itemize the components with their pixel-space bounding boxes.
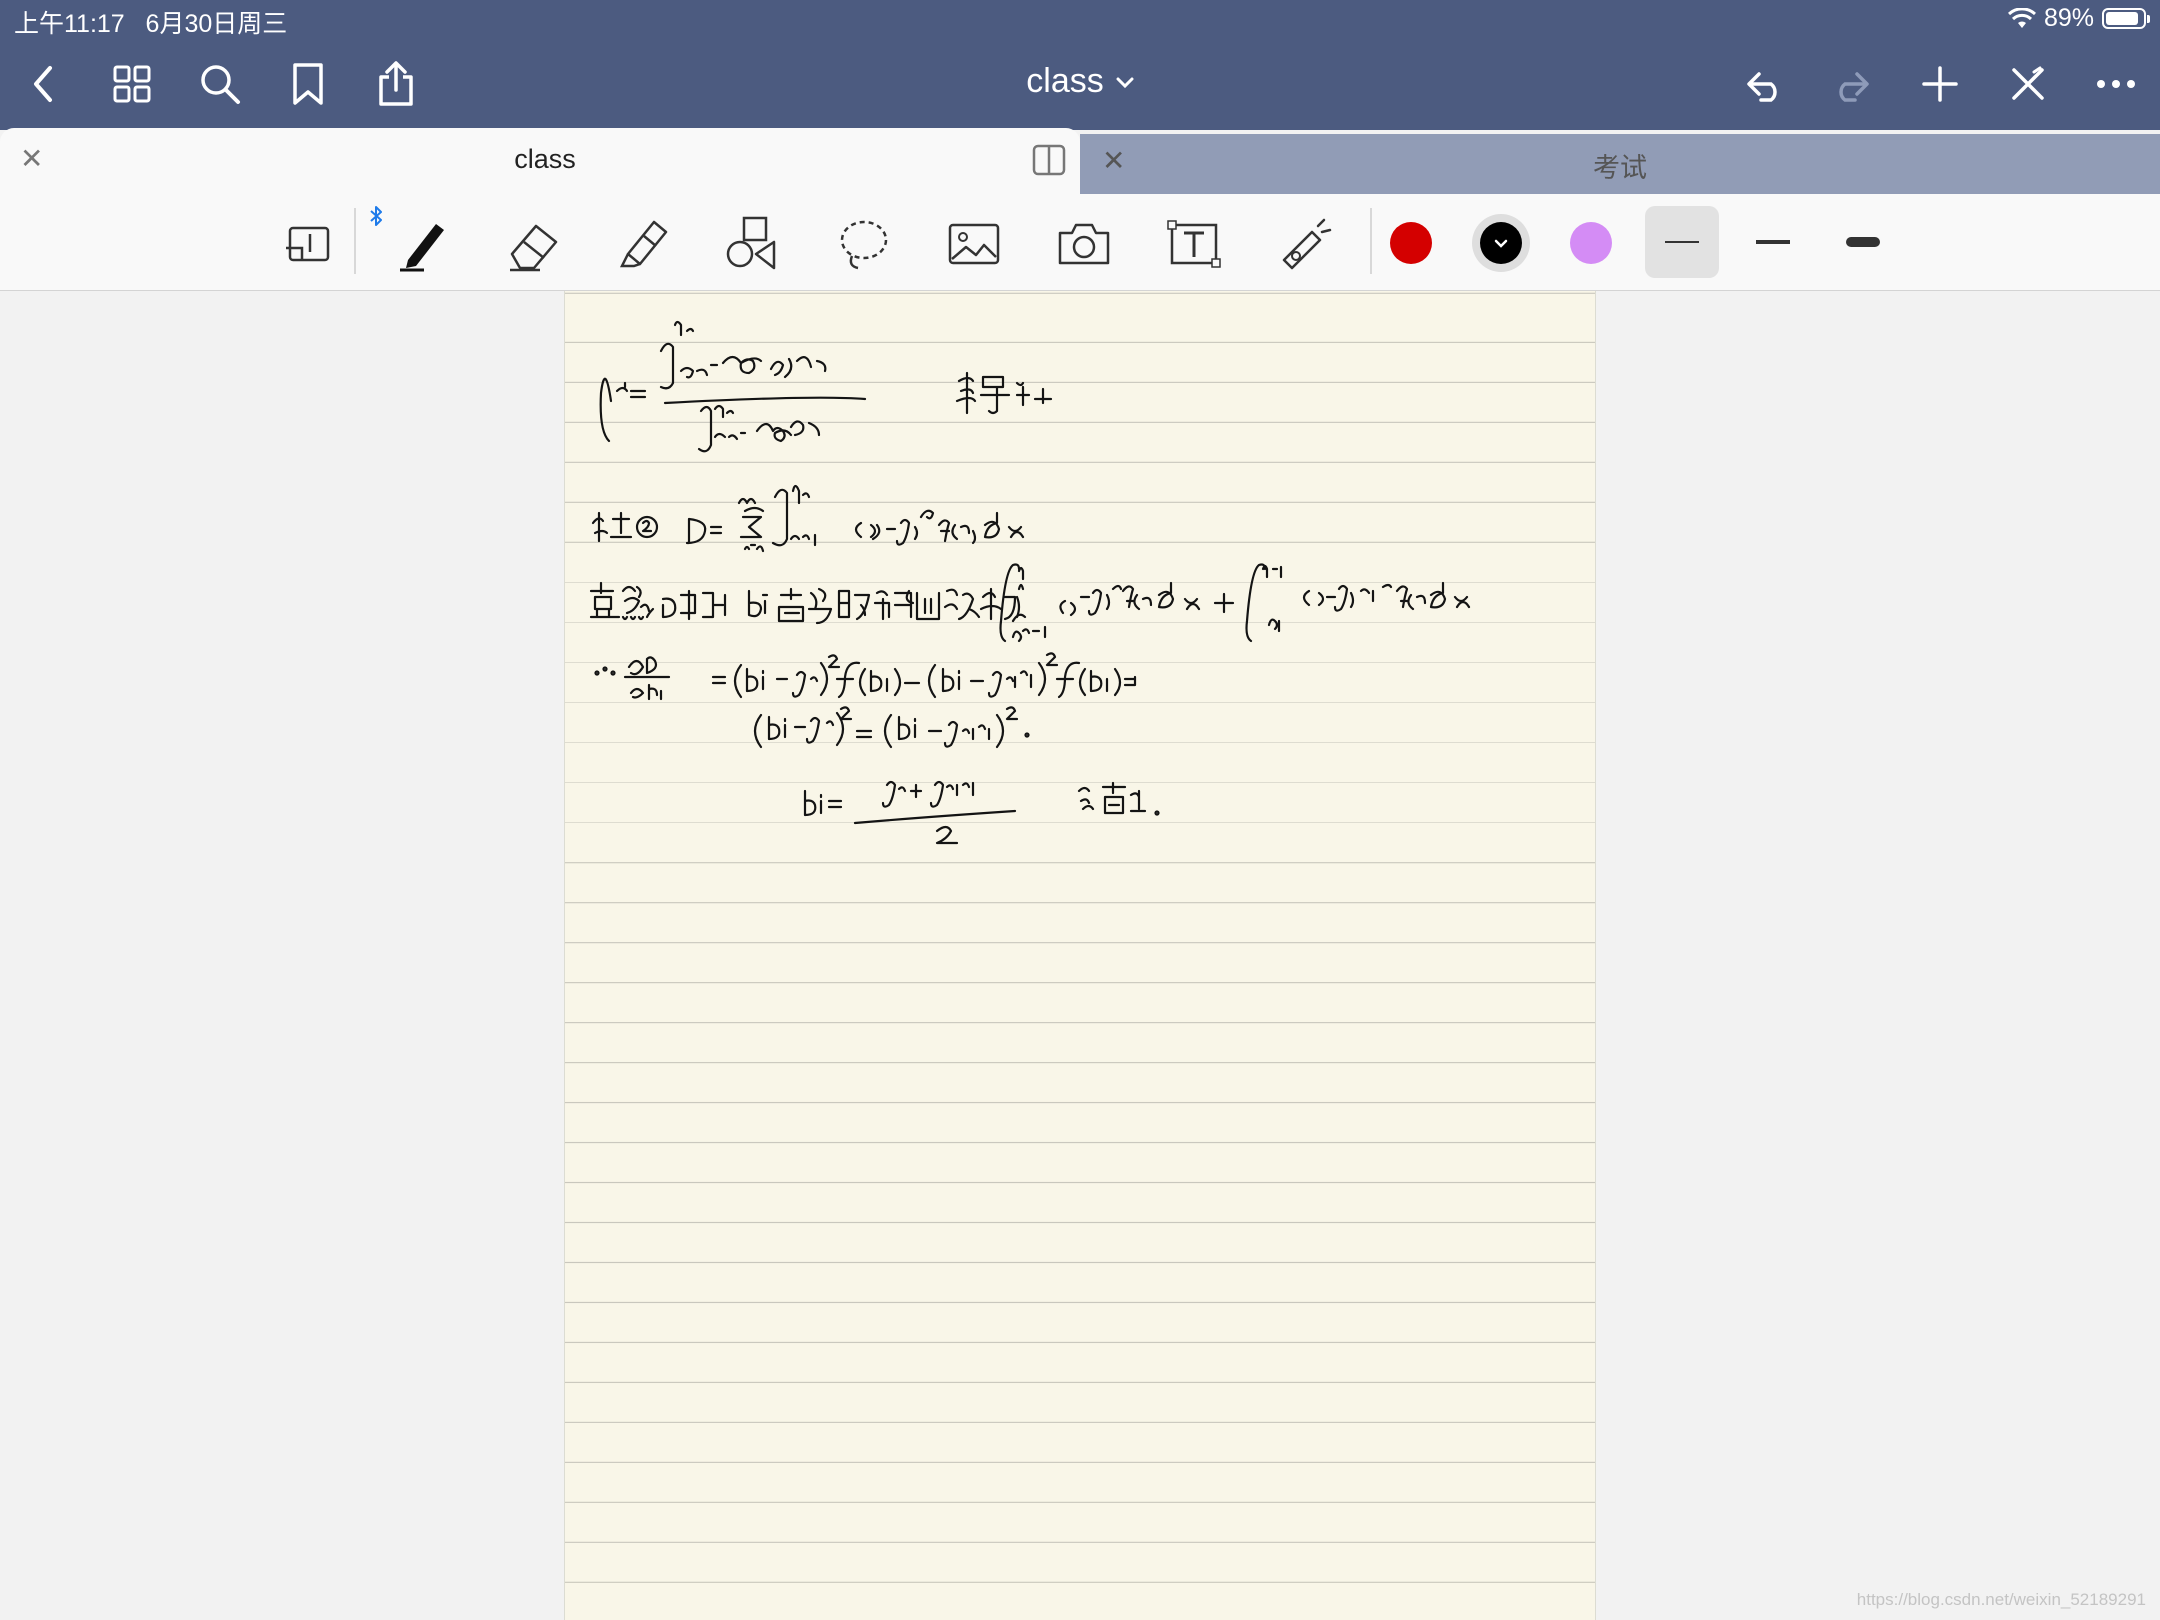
camera-icon[interactable] <box>1052 212 1116 276</box>
shapes-icon[interactable] <box>720 212 784 276</box>
laser-pointer-icon[interactable] <box>1272 212 1336 276</box>
search-icon[interactable] <box>194 58 246 110</box>
annotation-toolbar <box>0 194 2160 291</box>
back-icon[interactable] <box>18 58 70 110</box>
stroke-thin-button[interactable] <box>1645 206 1719 278</box>
stroke-thin-icon <box>1665 241 1699 243</box>
status-right-group: 89% <box>2007 4 2150 33</box>
wifi-icon <box>2007 7 2036 30</box>
chevron-down-icon[interactable] <box>1116 77 1134 89</box>
document-title[interactable]: class <box>1026 62 1103 100</box>
add-page-icon[interactable] <box>1914 58 1966 110</box>
highlighter-icon[interactable] <box>612 212 676 276</box>
image-icon[interactable] <box>942 212 1006 276</box>
more-icon[interactable] <box>2090 58 2142 110</box>
battery-percent: 89% <box>2043 4 2094 32</box>
color-purple-swatch[interactable] <box>1570 222 1612 264</box>
stroke-medium-button[interactable] <box>1736 206 1810 278</box>
lasso-icon[interactable] <box>832 212 896 276</box>
zoom-window-icon[interactable] <box>275 212 339 276</box>
bluetooth-icon <box>366 204 386 228</box>
split-view-icon[interactable] <box>1032 144 1066 176</box>
tab-class[interactable]: ✕ class <box>0 128 1080 194</box>
stroke-thick-button[interactable] <box>1826 206 1900 278</box>
watermark: https://blog.csdn.net/weixin_52189291 <box>1856 1590 2146 1609</box>
pen-icon[interactable] <box>392 212 456 276</box>
color-black-swatch[interactable] <box>1480 222 1522 264</box>
text-tool-icon[interactable] <box>1162 212 1226 276</box>
handwritten-notes <box>589 320 1471 845</box>
status-time-date: 上午11:17 6月30日周三 <box>14 10 288 38</box>
share-icon[interactable] <box>370 58 422 110</box>
tab-label: 考试 <box>1593 153 1647 183</box>
color-red-swatch[interactable] <box>1390 222 1432 264</box>
chevron-down-icon <box>1494 239 1508 248</box>
bookmark-icon[interactable] <box>282 58 334 110</box>
tab-label: class <box>514 144 576 174</box>
undo-icon[interactable] <box>1738 58 1790 110</box>
redo-icon[interactable] <box>1826 58 1878 110</box>
eraser-icon[interactable] <box>502 212 566 276</box>
top-bar: 上午11:17 6月30日周三 89% class <box>0 0 2160 130</box>
stroke-thick-icon <box>1846 237 1880 247</box>
tab-exam[interactable]: ✕ 考试 <box>1080 134 2160 194</box>
notebook-page[interactable] <box>564 291 1596 1620</box>
battery-icon <box>2102 8 2150 29</box>
thumbnails-icon[interactable] <box>106 58 158 110</box>
close-edit-icon[interactable] <box>2002 58 2054 110</box>
stroke-medium-icon <box>1756 240 1790 244</box>
